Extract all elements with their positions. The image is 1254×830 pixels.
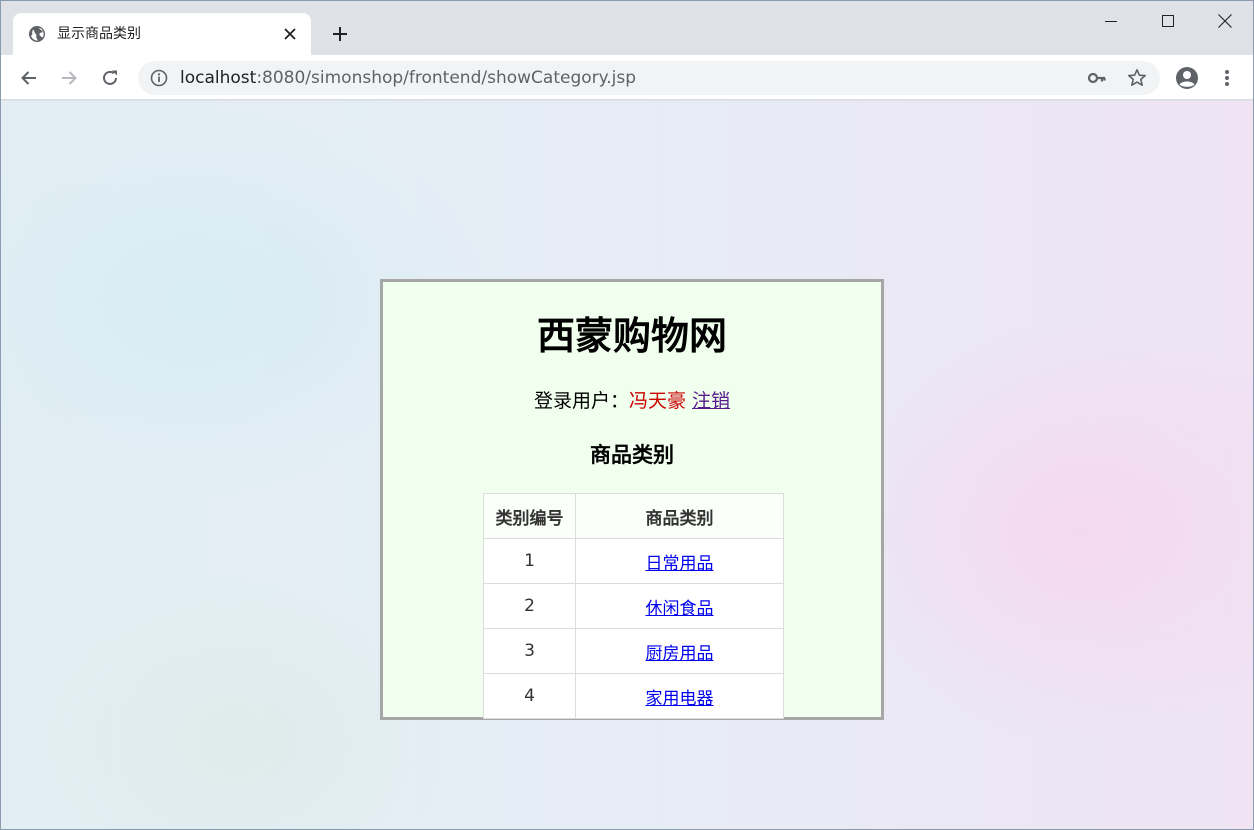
- table-row: 2 休闲食品: [483, 583, 784, 629]
- category-cell: 家用电器: [575, 673, 784, 719]
- category-id: 1: [483, 538, 576, 584]
- category-cell: 厨房用品: [575, 628, 784, 674]
- maximize-icon[interactable]: [1140, 1, 1196, 41]
- table-row: 3 厨房用品: [483, 628, 784, 674]
- category-cell: 休闲食品: [575, 583, 784, 629]
- address-bar[interactable]: localhost:8080/simonshop/frontend/showCa…: [138, 61, 1160, 95]
- category-link[interactable]: 家用电器: [646, 689, 714, 709]
- browser-toolbar: localhost:8080/simonshop/frontend/showCa…: [1, 55, 1253, 100]
- table-header-row: 类别编号 商品类别: [483, 493, 784, 539]
- tab-strip: 显示商品类别: [1, 1, 1253, 55]
- section-title: 商品类别: [590, 443, 674, 467]
- category-id: 2: [483, 583, 576, 629]
- reload-icon[interactable]: [95, 63, 125, 93]
- close-window-icon[interactable]: [1197, 1, 1253, 41]
- minimize-icon[interactable]: [1083, 1, 1139, 41]
- globe-icon: [28, 25, 46, 43]
- category-cell: 日常用品: [575, 538, 784, 584]
- header-category-id: 类别编号: [483, 493, 576, 539]
- active-tab[interactable]: 显示商品类别: [13, 13, 311, 55]
- category-table: 类别编号 商品类别 1 日常用品 2 休闲食品 3 厨房用品 4 家用电器: [483, 493, 784, 719]
- table-row: 1 日常用品: [483, 538, 784, 584]
- category-link[interactable]: 日常用品: [646, 554, 714, 574]
- category-link[interactable]: 休闲食品: [646, 599, 714, 619]
- main-panel: 西蒙购物网 登录用户：冯天豪 注销 商品类别 类别编号 商品类别 1 日常用品: [380, 279, 884, 720]
- site-title: 西蒙购物网: [536, 314, 727, 358]
- key-icon[interactable]: [1087, 68, 1107, 88]
- back-arrow-icon[interactable]: [14, 63, 44, 93]
- header-category-name: 商品类别: [575, 493, 784, 539]
- page-viewport: 西蒙购物网 登录用户：冯天豪 注销 商品类别 类别编号 商品类别 1 日常用品: [1, 101, 1253, 829]
- url-text[interactable]: localhost:8080/simonshop/frontend/showCa…: [180, 68, 636, 88]
- close-tab-icon[interactable]: [279, 23, 301, 45]
- browser-window: 显示商品类别 localhost:8080/simonshop/frontend…: [0, 0, 1254, 830]
- bookmark-star-icon[interactable]: [1127, 68, 1147, 88]
- menu-dots-icon[interactable]: [1212, 63, 1242, 93]
- url-host: localhost: [180, 68, 257, 88]
- category-link[interactable]: 厨房用品: [646, 644, 714, 664]
- new-tab-icon[interactable]: [327, 21, 353, 47]
- category-id: 4: [483, 673, 576, 719]
- login-status: 登录用户：冯天豪 注销: [383, 389, 881, 413]
- username: 冯天豪: [628, 390, 686, 412]
- account-icon[interactable]: [1172, 63, 1202, 93]
- tab-title: 显示商品类别: [57, 26, 141, 42]
- category-id: 3: [483, 628, 576, 674]
- logout-link[interactable]: 注销: [692, 390, 730, 412]
- login-label: 登录用户：: [533, 390, 629, 412]
- url-path: :8080/simonshop/frontend/showCategory.js…: [256, 68, 637, 88]
- info-icon[interactable]: [150, 69, 168, 87]
- forward-arrow-icon[interactable]: [54, 63, 84, 93]
- table-row: 4 家用电器: [483, 673, 784, 719]
